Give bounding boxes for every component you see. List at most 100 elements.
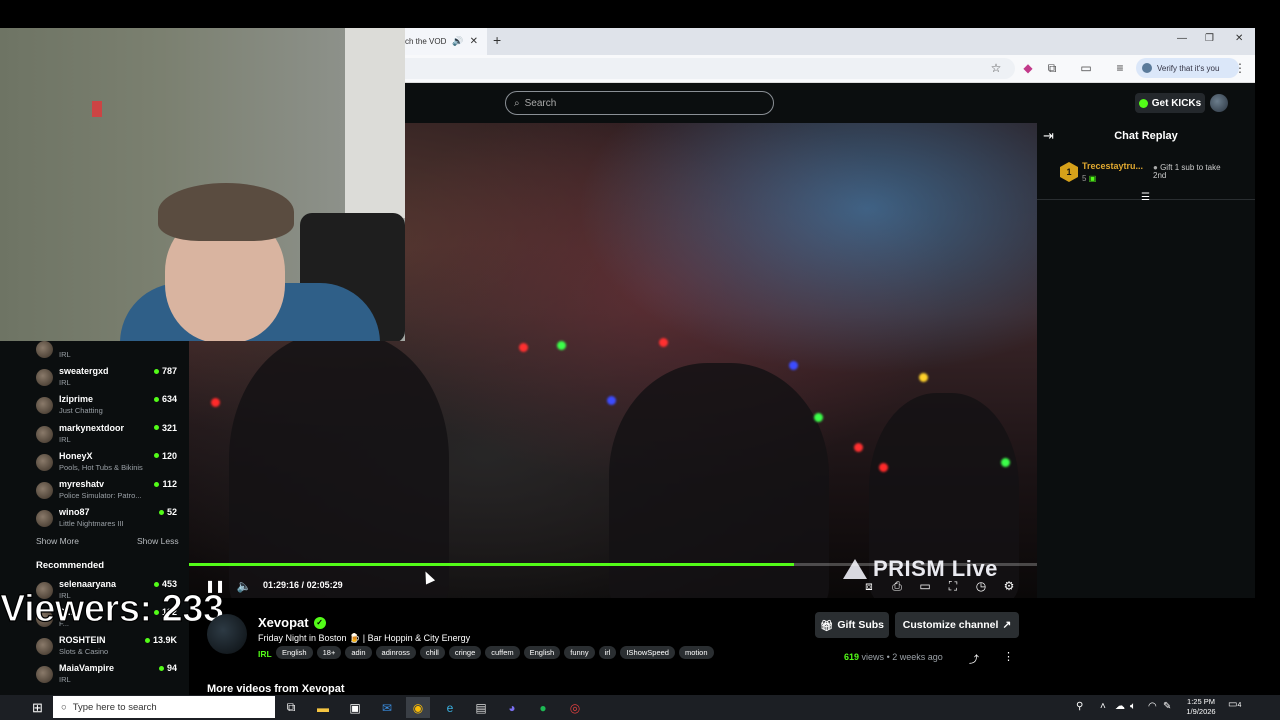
theater-mode-icon[interactable]: ▭ bbox=[917, 578, 933, 594]
pen-icon[interactable]: ✎ bbox=[1163, 701, 1171, 712]
new-tab-button[interactable]: + bbox=[493, 32, 501, 48]
fullscreen-icon[interactable]: ⛶ bbox=[945, 578, 961, 594]
tray-chevron-icon[interactable]: ˄ bbox=[1100, 701, 1106, 712]
volume-icon[interactable]: 🔈 bbox=[236, 578, 252, 594]
taskbar-search-placeholder: Type here to search bbox=[72, 701, 157, 713]
verify-identity-chip[interactable]: Verify that it's you bbox=[1136, 58, 1239, 78]
sidebar-channel-item[interactable]: HoneyX Pools, Hot Tubs & Bikinis 120 bbox=[36, 451, 181, 477]
browser-tab[interactable]: ch the VOD 🔊 ✕ bbox=[405, 28, 487, 55]
cast-icon[interactable]: ▭ bbox=[1078, 60, 1094, 76]
viewer-count-value: 787 bbox=[161, 366, 177, 377]
tag-chip[interactable]: funny bbox=[564, 646, 595, 659]
wifi-icon[interactable]: ◠ bbox=[1148, 701, 1157, 712]
extensions-puzzle-icon[interactable]: ⧉ bbox=[1044, 60, 1060, 76]
network-icon[interactable]: ☁ bbox=[1115, 701, 1125, 712]
search-icon: ○ bbox=[61, 701, 67, 713]
customize-channel-button[interactable]: Customize channel ↗ bbox=[895, 612, 1019, 638]
chrome-icon[interactable]: ◉ bbox=[406, 697, 430, 718]
get-kicks-button[interactable]: Get KICKs bbox=[1135, 93, 1205, 113]
tag-chip[interactable]: 18+ bbox=[316, 646, 342, 659]
maximize-button[interactable]: ❐ bbox=[1205, 33, 1214, 44]
sidebar-channel-item[interactable]: Iziprime Just Chatting 634 bbox=[36, 394, 181, 420]
sidebar-channel-item[interactable]: wino87 Little Nightmares III 52 bbox=[36, 507, 181, 533]
viewer-count: 94 bbox=[158, 663, 177, 673]
time-display: 01:29:16 / 02:05:29 bbox=[263, 580, 343, 590]
minimize-button[interactable]: — bbox=[1177, 33, 1187, 44]
clip-icon[interactable]: ⎙ bbox=[889, 578, 905, 594]
sidebar-channel-category: IRL bbox=[59, 434, 71, 444]
show-more-link[interactable]: Show More bbox=[36, 536, 79, 546]
sidebar-channel-category: IRL bbox=[59, 378, 71, 388]
tag-chip[interactable]: adin bbox=[345, 646, 372, 659]
obs-icon[interactable]: ◎ bbox=[563, 697, 587, 718]
people-icon[interactable]: ⚲ bbox=[1076, 701, 1083, 712]
show-less-link[interactable]: Show Less bbox=[137, 536, 179, 546]
tag-chip[interactable]: irl bbox=[598, 646, 617, 659]
tag-chip[interactable]: IShowSpeed bbox=[620, 646, 675, 659]
gift-subs-label: Gift Subs bbox=[837, 619, 884, 631]
share-icon[interactable]: ⤴ bbox=[969, 651, 979, 666]
address-bar[interactable] bbox=[405, 58, 1015, 79]
tag-chip[interactable]: English bbox=[276, 646, 313, 659]
task-view-icon[interactable]: ⧉ bbox=[279, 697, 303, 718]
mail-icon[interactable]: ✉ bbox=[375, 697, 399, 718]
settings-gear-icon[interactable]: ⚙ bbox=[1001, 578, 1017, 594]
taskbar-clock[interactable]: 1:25 PM 1/9/2026 bbox=[1178, 697, 1224, 717]
gifter-username[interactable]: Trecestaytru... bbox=[1082, 161, 1148, 171]
sidebar-channel-item[interactable]: sweatergxd IRL 787 bbox=[36, 366, 181, 392]
recommended-heading: Recommended bbox=[36, 560, 105, 571]
spotify-icon[interactable]: ● bbox=[531, 697, 555, 718]
kick-coin-icon bbox=[1138, 98, 1148, 108]
store-icon[interactable]: ▣ bbox=[343, 697, 367, 718]
sidebar-channel-item[interactable]: ROSHTEIN Slots & Casino 13.9K bbox=[36, 635, 181, 661]
edge-icon[interactable]: e bbox=[438, 697, 462, 718]
miniplayer-icon[interactable]: ⧈ bbox=[861, 578, 877, 594]
file-explorer-icon[interactable]: ▬ bbox=[311, 697, 335, 718]
channel-avatar[interactable] bbox=[207, 614, 247, 654]
gift-note[interactable]: ● Gift 1 sub to take 2nd bbox=[1153, 164, 1233, 180]
extension-shield-icon[interactable]: ◆ bbox=[1020, 60, 1036, 76]
live-dot-icon bbox=[153, 581, 159, 587]
close-window-button[interactable]: ✕ bbox=[1235, 33, 1243, 44]
tag-list: English 18+ adin adinross chill cringe cuffem E… bbox=[276, 646, 714, 659]
sidebar-channel-item[interactable]: IRL bbox=[36, 338, 181, 364]
notification-center-icon[interactable]: ▭4 bbox=[1228, 699, 1241, 710]
current-time: 01:29:16 bbox=[263, 580, 300, 590]
chat-expand-icon[interactable]: ☰ bbox=[1141, 192, 1150, 203]
webcam-wall-sign bbox=[92, 101, 102, 117]
reading-list-icon[interactable]: ≡ bbox=[1112, 60, 1128, 76]
windows-start-icon[interactable]: ⊞ bbox=[32, 700, 43, 716]
speaker-icon[interactable]: 🔈︎ bbox=[1130, 701, 1136, 712]
taskbar-search-input[interactable]: ○ Type here to search bbox=[53, 696, 275, 718]
user-avatar[interactable] bbox=[1210, 94, 1228, 112]
viewer-count-value: 13.9K bbox=[152, 635, 177, 645]
tag-chip[interactable]: chill bbox=[419, 646, 445, 659]
video-light bbox=[659, 338, 668, 347]
gift-count: 5 ▣ bbox=[1082, 174, 1096, 183]
playback-speed-icon[interactable]: ◷ bbox=[973, 578, 989, 594]
tag-chip[interactable]: cuffem bbox=[485, 646, 520, 659]
tag-chip[interactable]: English bbox=[523, 646, 561, 659]
chat-title: Chat Replay bbox=[1114, 130, 1178, 142]
discord-icon[interactable]: ◕ bbox=[500, 697, 524, 718]
tag-chip[interactable]: cringe bbox=[448, 646, 482, 659]
sidebar-channel-category: Slots & Casino bbox=[59, 647, 109, 656]
category-link[interactable]: IRL bbox=[258, 649, 272, 659]
browser-menu-icon[interactable]: ⋮ bbox=[1232, 60, 1248, 76]
tab-close-icon[interactable]: ✕ bbox=[470, 36, 478, 47]
sidebar-channel-name: wino87 bbox=[59, 507, 90, 518]
tag-chip[interactable]: adinross bbox=[375, 646, 416, 659]
channel-avatar bbox=[36, 638, 53, 655]
search-input[interactable]: ⌕ Search bbox=[505, 91, 774, 115]
gift-subs-button[interactable]: 🎁︎ Gift Subs bbox=[815, 612, 889, 638]
channel-name[interactable]: Xevopat ✓ bbox=[258, 615, 326, 630]
sidebar-channel-item[interactable]: MaiaVampire IRL 94 bbox=[36, 663, 181, 689]
app-icon[interactable]: ▤ bbox=[469, 697, 493, 718]
bookmark-star-icon[interactable]: ☆ bbox=[988, 60, 1004, 76]
tag-chip[interactable]: motion bbox=[678, 646, 714, 659]
more-options-icon[interactable]: ⋮ bbox=[1003, 650, 1014, 663]
sidebar-channel-item[interactable]: myreshatv Police Simulator: Patro... 112 bbox=[36, 479, 181, 505]
viewer-count: 120 bbox=[153, 451, 177, 461]
sidebar-channel-item[interactable]: markynextdoor IRL 321 bbox=[36, 423, 181, 449]
browser-tab-strip bbox=[405, 28, 1255, 55]
